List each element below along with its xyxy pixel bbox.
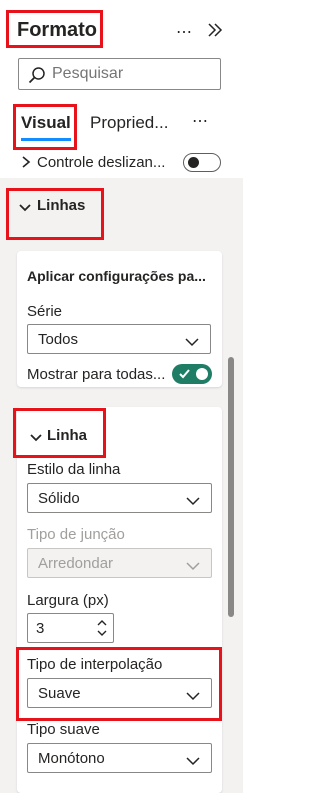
tab-properties[interactable]: Propried... <box>90 113 168 133</box>
line-style-label: Estilo da linha <box>27 461 121 478</box>
series-dropdown[interactable]: Todos <box>27 324 211 354</box>
smooth-type-label: Tipo suave <box>27 721 100 738</box>
collapse-panel-icon[interactable] <box>205 20 225 42</box>
apply-settings-title: Aplicar configurações pa... <box>27 268 206 284</box>
search-input[interactable] <box>52 65 212 83</box>
smooth-type-dropdown[interactable]: Monótono <box>27 743 212 773</box>
toggle-knob <box>196 368 208 380</box>
tabs-more-icon[interactable]: ⋯ <box>192 111 209 131</box>
top-strip <box>150 0 243 6</box>
scrollbar-thumb[interactable] <box>228 357 234 617</box>
chevron-right-icon <box>20 155 32 169</box>
search-icon <box>28 66 46 84</box>
slider-toggle[interactable] <box>183 153 221 172</box>
series-label: Série <box>27 303 63 320</box>
width-label: Largura (px) <box>27 592 109 609</box>
annotation-box-title <box>6 10 103 48</box>
toggle-knob <box>188 157 199 168</box>
annotation-box-linha <box>13 408 106 458</box>
join-type-label: Tipo de junção <box>27 526 125 543</box>
annotation-box-interpolation <box>16 647 222 721</box>
series-value: Todos <box>38 331 79 348</box>
section-controle-deslizante[interactable]: Controle deslizan... <box>0 150 243 176</box>
width-value[interactable]: 3 <box>36 620 44 637</box>
annotation-box-linhas <box>6 188 104 240</box>
join-type-value: Arredondar <box>38 555 114 572</box>
apply-settings-card: Aplicar configurações pa... Série Todos … <box>17 251 222 387</box>
check-icon <box>178 367 191 380</box>
width-stepper[interactable]: 3 <box>27 613 114 643</box>
line-style-value: Sólido <box>38 490 80 507</box>
chevron-down-icon <box>185 753 201 766</box>
stepper-arrows-icon[interactable] <box>95 616 109 640</box>
show-all-toggle[interactable] <box>172 364 212 384</box>
line-style-dropdown[interactable]: Sólido <box>27 483 212 513</box>
section-label: Controle deslizan... <box>37 154 166 171</box>
smooth-type-value: Monótono <box>38 750 105 767</box>
more-options-icon[interactable]: ⋯ <box>176 22 198 41</box>
search-box[interactable] <box>18 58 221 90</box>
show-all-label: Mostrar para todas... <box>27 366 166 383</box>
annotation-box-visual-tab <box>13 104 77 150</box>
chevron-down-icon <box>184 334 200 347</box>
chevron-down-icon <box>185 558 201 571</box>
join-type-dropdown: Arredondar <box>27 548 212 578</box>
chevron-down-icon <box>185 493 201 506</box>
line-card: Linha Estilo da linha Sólido Tipo de jun… <box>17 407 222 793</box>
